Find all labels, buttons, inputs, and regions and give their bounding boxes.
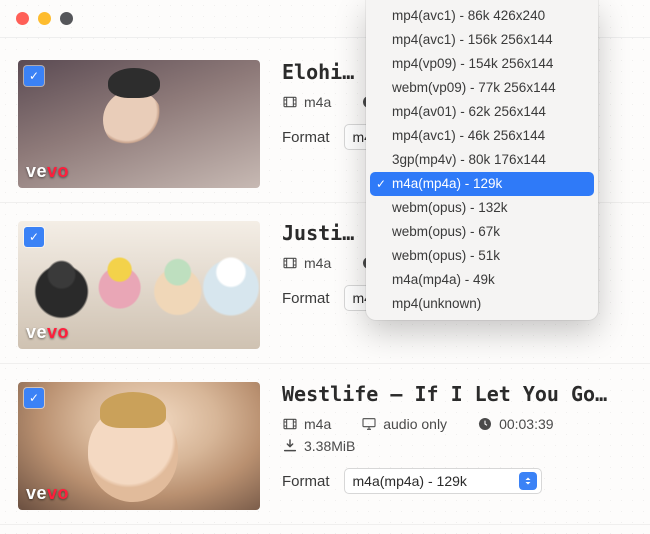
format-label: Format [282,290,330,307]
vevo-badge: vevo [26,161,69,182]
clock-icon [477,416,493,432]
select-checkbox[interactable]: ✓ [24,388,44,408]
video-meta: Westlife — If I Let You Go… m4a audio only… [282,382,636,510]
format-select-value: m4a(mp4a) - 129k [353,473,519,489]
zoom-window-button[interactable] [60,12,73,25]
chevron-updown-icon [519,472,537,490]
format-option[interactable]: webm(opus) - 132k [370,196,594,220]
audio-only-label: audio only [383,416,447,432]
select-checkbox[interactable]: ✓ [24,227,44,247]
format-label: Format [282,129,330,146]
format-option[interactable]: mp4(avc1) - 46k 256x144 [370,124,594,148]
format-option[interactable]: mp4(vp09) - 154k 256x144 [370,52,594,76]
vevo-badge: vevo [26,322,69,343]
format-select[interactable]: m4a(mp4a) - 129k [344,468,542,494]
filesize-value: 3.38MiB [304,438,355,454]
codec-value: m4a [304,94,331,110]
video-thumbnail[interactable]: ✓ vevo [18,382,260,510]
duration-value: 00:03:39 [499,416,554,432]
video-info: m4a audio only 00:03:39 3.38MiB [282,416,636,454]
traffic-lights [16,12,73,25]
video-title: Westlife — If I Let You Go… [282,382,636,406]
list-item: ✓ vevo Westlife — If I Let You Go… m4a audio… [0,364,650,525]
film-icon [282,255,298,271]
format-option[interactable]: mp4(unknown) [370,292,594,316]
film-icon [282,94,298,110]
format-option[interactable]: mp4(avc1) - 86k 426x240 [370,4,594,28]
video-thumbnail[interactable]: ✓ vevo [18,60,260,188]
format-dropdown-menu[interactable]: mp4(avc1) - 86k 426x240mp4(avc1) - 156k … [366,0,598,320]
minimize-window-button[interactable] [38,12,51,25]
audio-only: audio only [361,416,447,432]
filesize: 3.38MiB [282,438,355,454]
format-option[interactable]: m4a(mp4a) - 129k [370,172,594,196]
select-checkbox[interactable]: ✓ [24,66,44,86]
format-option[interactable]: webm(vp09) - 77k 256x144 [370,76,594,100]
monitor-icon [361,416,377,432]
codec: m4a [282,255,331,271]
format-option[interactable]: webm(opus) - 67k [370,220,594,244]
format-option[interactable]: mp4(av01) - 62k 256x144 [370,100,594,124]
format-option[interactable]: 3gp(mp4v) - 80k 176x144 [370,148,594,172]
format-option[interactable]: mp4(avc1) - 156k 256x144 [370,28,594,52]
codec-value: m4a [304,255,331,271]
download-icon [282,438,298,454]
codec: m4a [282,94,331,110]
format-option[interactable]: webm(opus) - 51k [370,244,594,268]
video-thumbnail[interactable]: ✓ vevo [18,221,260,349]
codec-value: m4a [304,416,331,432]
format-option[interactable]: m4a(mp4a) - 49k [370,268,594,292]
format-label: Format [282,473,330,490]
film-icon [282,416,298,432]
duration: 00:03:39 [477,416,554,432]
codec: m4a [282,416,331,432]
vevo-badge: vevo [26,483,69,504]
close-window-button[interactable] [16,12,29,25]
format-row: Format m4a(mp4a) - 129k [282,468,636,494]
